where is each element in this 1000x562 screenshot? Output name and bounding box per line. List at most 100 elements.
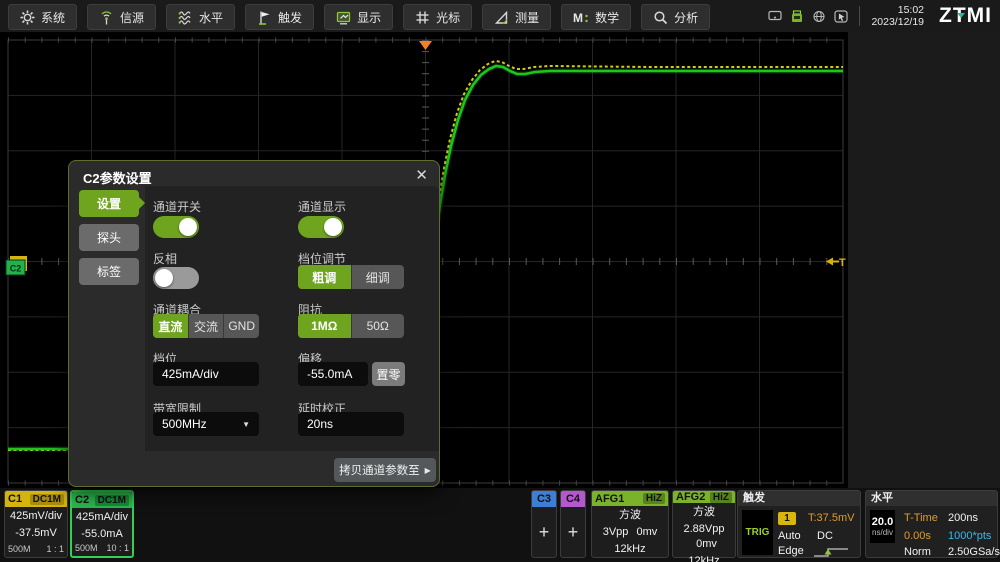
timebase-box: 20.0 ns/div: [870, 510, 895, 543]
afg2-box[interactable]: AFG2 HiZ 方波 2.88Vpp 0mv 12kHz: [672, 490, 736, 558]
copy-channel-params-button[interactable]: 拷贝通道参数至 ▶: [334, 458, 436, 482]
edge-slope-icon: [812, 546, 850, 558]
c3-box[interactable]: C3 +: [531, 490, 557, 558]
deskew-input[interactable]: 20ns: [298, 412, 404, 436]
horizontal-waves-icon: [178, 10, 193, 25]
toggle-knob: [155, 269, 173, 287]
invert-label: 反相: [153, 250, 177, 267]
toolbar-button-math[interactable]: M数学: [561, 4, 631, 30]
offset-input[interactable]: -55.0mA: [298, 362, 368, 386]
deskew-value: 20ns: [307, 417, 333, 431]
bandwidth-dropdown[interactable]: 500MHz ▼: [153, 412, 259, 436]
c4-add-button[interactable]: +: [561, 507, 585, 557]
toolbar-button-measure[interactable]: 测量: [482, 4, 551, 30]
toolbar-button-display[interactable]: 显示: [324, 4, 393, 30]
impedance-segments: 1MΩ50Ω: [298, 314, 404, 338]
c4-box[interactable]: C4 +: [560, 490, 586, 558]
network-icon[interactable]: [812, 10, 826, 23]
toolbar-button-horizontal[interactable]: 水平: [166, 4, 235, 30]
channel-display-toggle[interactable]: [298, 216, 344, 238]
channel-switch-toggle[interactable]: [153, 216, 199, 238]
close-icon[interactable]: ✕: [415, 166, 428, 184]
arrow-right-icon: ▶: [425, 466, 431, 475]
clock-date: 2023/12/19: [871, 16, 924, 28]
toolbar-label-display: 显示: [357, 9, 381, 26]
svg-text:M: M: [573, 11, 583, 25]
toolbar-button-cursor[interactable]: 光标: [403, 4, 472, 30]
chevron-down-icon: ▼: [242, 420, 250, 429]
measure-angle-icon: [494, 10, 509, 25]
zero-button[interactable]: 置零: [372, 362, 405, 386]
afg2-amplitude: 2.88Vpp: [684, 523, 725, 535]
toolbar-button-source[interactable]: 信源: [87, 4, 156, 30]
c3-add-button[interactable]: +: [532, 507, 556, 557]
c2-bandwidth: 500M: [75, 543, 98, 553]
svg-text:T: T: [839, 257, 846, 269]
clock-time: 15:02: [871, 4, 924, 16]
c2-coupling-badge: DC1M: [95, 495, 129, 506]
trigger-source-badge: 1: [778, 512, 796, 525]
bottom-status-bar: C1 DC1M 425mV/div -37.5mV 500M 1 : 1 C2 …: [0, 488, 1000, 562]
c1-name: C1: [8, 493, 22, 505]
math-m-icon: M: [573, 10, 589, 25]
c3-name: C3: [537, 493, 551, 505]
tab-probe[interactable]: 探头: [79, 224, 139, 251]
c2-header: C2 DC1M: [72, 492, 132, 508]
timebase-scale: 20.0: [872, 516, 893, 528]
afg1-header: AFG1 HiZ: [592, 491, 668, 506]
gain_mode-option-0[interactable]: 粗调: [298, 265, 352, 289]
tab-label-settings: 设置: [97, 195, 121, 212]
tab-settings[interactable]: 设置: [79, 190, 139, 217]
channel-display-label: 通道显示: [298, 198, 346, 215]
top-toolbar: 系统信源水平触发 显示 光标 测量 M数学 分析 15:02 2023/12/19 ZTM…: [0, 0, 1000, 33]
brand-logo: ZTMI: [933, 4, 992, 28]
delay-value: 0.00s: [904, 530, 931, 542]
impedance-option-0[interactable]: 1MΩ: [298, 314, 352, 338]
c1-box[interactable]: C1 DC1M 425mV/div -37.5mV 500M 1 : 1: [4, 490, 68, 558]
afg1-frequency: 12kHz: [592, 542, 668, 557]
coupling-option-1[interactable]: 交流: [189, 314, 225, 338]
afg1-offset: 0mv: [636, 526, 657, 538]
coupling-option-2[interactable]: GND: [224, 314, 259, 338]
afg2-name: AFG2: [676, 491, 705, 503]
scale-input[interactable]: 425mA/div: [153, 362, 259, 386]
toolbar-button-analyze[interactable]: 分析: [641, 4, 710, 30]
cursor-hash-icon: [415, 10, 430, 25]
toolbar-status-area: 15:02 2023/12/19 ZTMI: [768, 0, 992, 32]
afg1-amplitude: 3Vpp: [603, 526, 629, 538]
coupling-option-0[interactable]: 直流: [153, 314, 189, 338]
dialog-title: C2参数设置: [83, 168, 152, 187]
tab-label-label: 标签: [97, 263, 121, 280]
afg1-box[interactable]: AFG1 HiZ 方波 3Vpp 0mv 12kHz: [591, 490, 669, 558]
trigger-level-marker[interactable]: T: [826, 257, 846, 269]
toolbar-label-measure: 测量: [515, 9, 539, 26]
sample-rate: 2.50GSa/s: [948, 546, 1000, 558]
horizontal-panel[interactable]: 水平 20.0 ns/div T-Time 200ns 0.00s 1000*p…: [865, 490, 998, 558]
display-icon: [336, 10, 351, 25]
toolbar-button-trigger[interactable]: 触发: [245, 4, 314, 30]
impedance-option-1[interactable]: 50Ω: [352, 314, 405, 338]
c2-box[interactable]: C2 DC1M 425mA/div -55.0mA 500M 10 : 1: [70, 490, 134, 558]
record-points: 1000*pts: [948, 530, 991, 542]
toolbar-button-system[interactable]: 系统: [8, 4, 77, 30]
afg2-waveform: 方波: [673, 505, 735, 520]
trigger-position-marker[interactable]: [419, 41, 432, 50]
toolbar-label-cursor: 光标: [436, 9, 460, 26]
invert-toggle[interactable]: [153, 267, 199, 289]
usb-icon[interactable]: [790, 10, 804, 23]
screen-icon[interactable]: [768, 10, 782, 23]
channel-ground-markers[interactable]: C2: [6, 256, 27, 275]
magnifier-icon: [653, 10, 668, 25]
c1-bandwidth: 500M: [8, 544, 31, 554]
trigger-panel[interactable]: 触发 TRIG 1 T:37.5mV Auto DC Edge: [737, 490, 861, 558]
gain_mode-option-1[interactable]: 细调: [352, 265, 405, 289]
touch-icon[interactable]: [834, 10, 848, 23]
gear-icon: [20, 10, 35, 25]
c1-offset: -37.5mV: [5, 526, 67, 541]
scale-value: 425mA/div: [162, 367, 219, 381]
tab-label[interactable]: 标签: [79, 258, 139, 285]
coupling-segments: 直流交流GND: [153, 314, 259, 338]
logo-accent: [957, 13, 965, 18]
source-icon: [99, 10, 114, 25]
toolbar-label-analyze: 分析: [674, 9, 698, 26]
